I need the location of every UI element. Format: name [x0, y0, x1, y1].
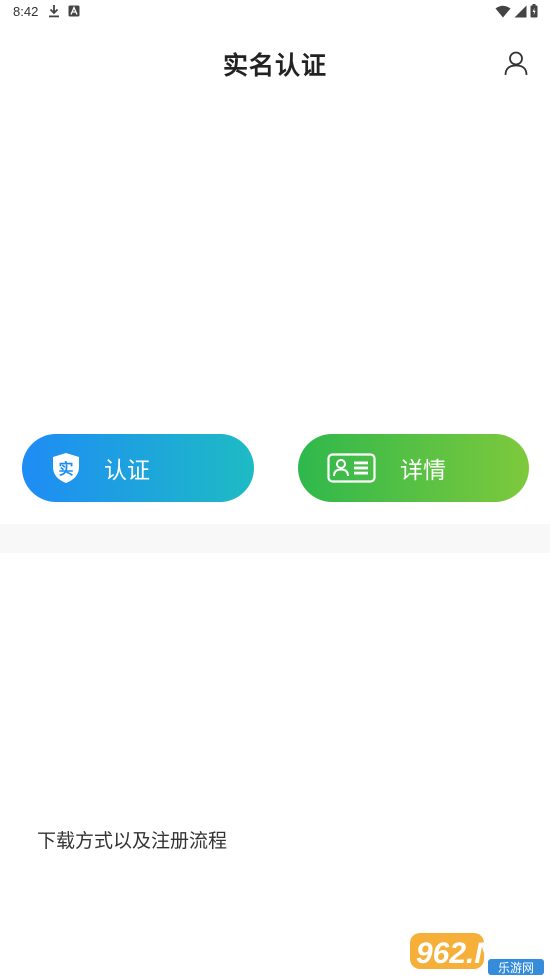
download-icon [49, 5, 59, 18]
a-icon [68, 5, 80, 17]
page-title: 实名认证 [222, 51, 327, 80]
verify-button[interactable]: 实 认证 [22, 434, 254, 502]
download-register-info-link[interactable]: 下载方式以及注册流程 [37, 826, 227, 853]
watermark-logo: 962.NET 乐游网 [410, 933, 544, 975]
status-bar: 8:42 [0, 0, 550, 24]
status-icons-left [48, 4, 80, 18]
details-button[interactable]: 详情 [298, 434, 529, 502]
user-icon[interactable] [503, 50, 529, 76]
wifi-icon [495, 5, 511, 17]
section-divider [0, 524, 550, 553]
status-time: 8:42 [13, 4, 39, 19]
watermark-subtitle: 乐游网 [498, 961, 534, 975]
verify-button-label: 认证 [104, 458, 150, 484]
id-card-icon [327, 453, 376, 483]
battery-icon [530, 4, 538, 18]
status-icons-right [495, 4, 538, 18]
shield-icon-text: 实 [58, 460, 73, 478]
details-button-label: 详情 [400, 458, 446, 484]
signal-icon [514, 5, 527, 17]
shield-icon: 实 [53, 453, 79, 483]
